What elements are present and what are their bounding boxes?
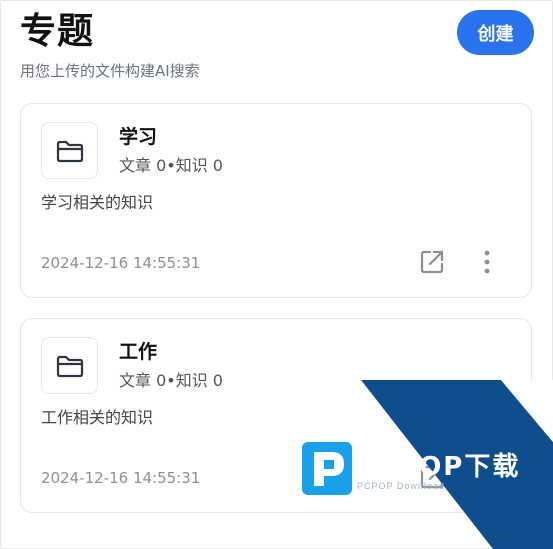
page-title: 专题 bbox=[20, 11, 95, 52]
page-subtitle: 用您上传的文件构建AI搜索 bbox=[20, 62, 200, 80]
topic-card[interactable]: 学习 文章 0•知识 0 学习相关的知识 2024-12-16 14:55:31 bbox=[20, 103, 532, 298]
more-options-icon[interactable] bbox=[473, 247, 501, 277]
folder-icon bbox=[41, 337, 98, 394]
open-external-icon[interactable] bbox=[417, 247, 447, 277]
watermark-brand: PCPOP下载 bbox=[356, 452, 521, 482]
topic-created-time: 2024-12-16 14:55:31 bbox=[41, 469, 201, 487]
topic-description: 学习相关的知识 bbox=[41, 193, 154, 212]
watermark-logo-icon bbox=[300, 440, 354, 497]
topic-title: 工作 bbox=[119, 341, 158, 363]
watermark-subtext: PCPOP Download bbox=[357, 481, 445, 491]
topic-stats: 文章 0•知识 0 bbox=[119, 156, 223, 175]
create-button[interactable]: 创建 bbox=[457, 10, 534, 55]
topic-description: 工作相关的知识 bbox=[41, 408, 154, 427]
topic-created-time: 2024-12-16 14:55:31 bbox=[41, 254, 201, 272]
folder-icon bbox=[41, 122, 98, 179]
topic-title: 学习 bbox=[119, 126, 158, 148]
topic-stats: 文章 0•知识 0 bbox=[119, 371, 223, 390]
